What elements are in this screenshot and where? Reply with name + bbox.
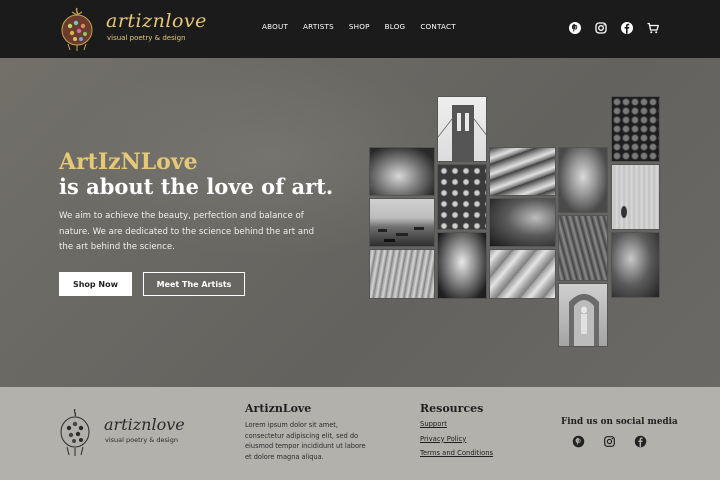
pomegranate-logo-icon [61, 7, 93, 51]
footer-about-text: Lorem ipsum dolor sit amet, consectetur … [245, 421, 366, 461]
instagram-icon[interactable] [594, 20, 608, 34]
shop-now-button[interactable]: Shop Now [59, 272, 132, 296]
brand-logo[interactable]: artiznlove visual poetry & design [58, 6, 208, 52]
collage-image-bridge-tower[interactable] [437, 96, 487, 162]
footer-link-privacy-policy[interactable]: Privacy Policy [420, 435, 493, 443]
hero-description: We aim to achieve the beauty, perfection… [59, 211, 315, 252]
collage-image-figure-on-wall[interactable] [611, 164, 660, 230]
collage-image-harbor-boats[interactable] [369, 198, 435, 247]
hero-section: ArtIzNLove is about the love of art. We … [0, 58, 720, 387]
footer-link-support[interactable]: Support [420, 420, 493, 428]
site-footer: artiznlove visual poetry & design Artizn… [0, 387, 720, 480]
main-nav: ABOUT ARTISTS SHOP BLOG CONTACT [262, 22, 471, 31]
pinterest-icon[interactable] [572, 433, 585, 448]
header-social [568, 20, 672, 34]
collage-image-draped-fabric[interactable] [489, 249, 556, 299]
collage-image-waterfall-rocks[interactable] [437, 232, 487, 299]
hero-title-brand: ArtIzNLove [59, 149, 198, 175]
nav-shop[interactable]: SHOP [349, 22, 370, 31]
meet-the-artists-button[interactable]: Meet The Artists [143, 272, 245, 296]
hero-title-tagline: is about the love of art. [59, 174, 334, 199]
collage-image-statue-niche[interactable] [558, 283, 608, 347]
collage-image-pattern-circles[interactable] [437, 164, 487, 230]
pomegranate-logo-icon [60, 408, 90, 456]
footer-brand-logo[interactable]: artiznlove visual poetry & design [58, 407, 188, 457]
collage-image-abstract-curve[interactable] [489, 198, 556, 247]
site-header: artiznlove visual poetry & design ABOUT … [0, 0, 720, 58]
collage-image-sand-ripples[interactable] [369, 249, 435, 299]
brand-name: artiznlove [106, 10, 207, 32]
collage-image-still-life[interactable] [611, 232, 660, 298]
facebook-icon[interactable] [620, 20, 634, 34]
footer-social [572, 433, 665, 448]
facebook-icon[interactable] [634, 433, 647, 448]
collage-image-venus-portrait[interactable] [558, 147, 608, 213]
footer-resources-links: Support Privacy Policy Terms and Conditi… [420, 420, 493, 464]
instagram-icon[interactable] [603, 433, 616, 447]
collage-image-textured-stone[interactable] [558, 215, 608, 281]
cart-icon[interactable] [646, 20, 660, 34]
nav-contact[interactable]: CONTACT [420, 22, 455, 31]
nav-blog[interactable]: BLOG [385, 22, 406, 31]
pinterest-icon[interactable] [568, 20, 582, 34]
brand-tagline: visual poetry & design [107, 34, 186, 42]
collage-image-dunes[interactable] [489, 147, 556, 196]
footer-brand-tagline: visual poetry & design [105, 436, 178, 444]
footer-about-title: ArtiznLove [245, 402, 312, 415]
collage-image-reclining-figure[interactable] [369, 147, 435, 196]
nav-artists[interactable]: ARTISTS [303, 22, 334, 31]
footer-link-terms[interactable]: Terms and Conditions [420, 449, 493, 457]
nav-about[interactable]: ABOUT [262, 22, 288, 31]
footer-resources-title: Resources [420, 402, 484, 415]
collage-image-pebbles[interactable] [611, 96, 660, 162]
footer-social-title: Find us on social media [561, 417, 678, 427]
footer-brand-name: artiznlove [104, 415, 185, 434]
